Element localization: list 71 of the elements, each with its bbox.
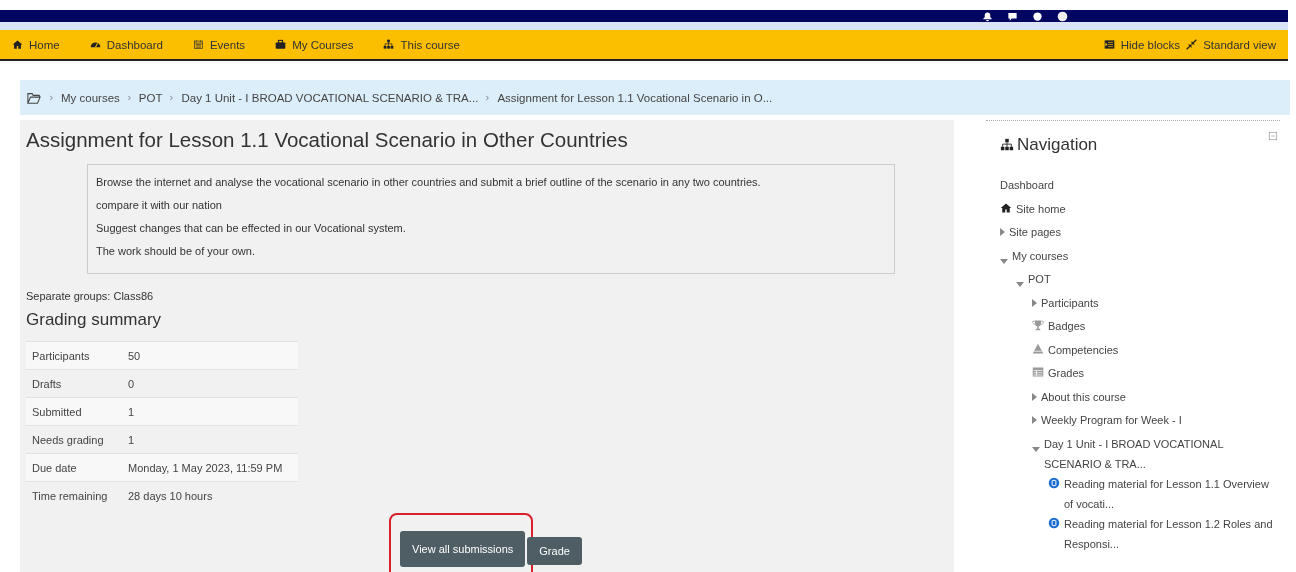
nav-link[interactable]: My Courses	[275, 38, 354, 51]
description-text: compare it with our nation	[96, 198, 223, 213]
nav-link[interactable]: Hide blocks	[1103, 38, 1181, 51]
tree-link[interactable]: Site pages	[1009, 222, 1061, 242]
tree-link[interactable]: Badges	[1048, 316, 1086, 336]
nav-link[interactable]: Dashboard	[89, 38, 163, 51]
nav-link[interactable]: Home	[12, 38, 60, 51]
tree-link[interactable]: About this course	[1041, 386, 1126, 407]
document-icon	[1048, 516, 1060, 529]
chevron-icon	[125, 93, 133, 102]
bell-icon	[982, 11, 993, 22]
sitemap-icon	[1000, 138, 1014, 152]
breadcrumb-link[interactable]: POT	[138, 91, 163, 104]
description-text: Suggest changes that can be effected in our Vocational system.	[96, 221, 407, 236]
gauge-icon	[89, 39, 101, 50]
nav-link[interactable]: Standard view	[1186, 38, 1276, 51]
page-title: Assignment for Lesson 1.1 Vocational Scenario in Other Countries	[26, 128, 629, 152]
tree-link[interactable]: Reading material for Lesson 1.1 Overview of vocati...	[1064, 473, 1280, 514]
tree-link[interactable]: Grades	[1048, 363, 1085, 383]
tree-link[interactable]: Day 1 Unit - I BROAD VOCATIONAL SCENARIO & TRA...	[1044, 433, 1280, 474]
compress-icon	[1186, 39, 1198, 50]
home-icon	[12, 39, 23, 50]
tree-link[interactable]: Reading material for Lesson 1.2 Roles and Responsi...	[1064, 513, 1280, 554]
breadcrumb-link[interactable]: Day 1 Unit - I BROAD VOCATIONAL SCENARIO & TRA...	[181, 91, 479, 104]
nav-link[interactable]: This course	[383, 38, 460, 51]
table-cell: Due date	[26, 453, 122, 482]
chevron-icon	[48, 93, 55, 102]
table-cell: Submitted	[26, 397, 122, 426]
sitemap-icon	[383, 39, 395, 50]
breadcrumb-current[interactable]: Assignment for Lesson 1.1 Vocational Scenario in O...	[497, 91, 773, 104]
breadcrumb-link[interactable]: My courses	[61, 91, 120, 104]
list-icon	[1103, 39, 1115, 50]
home-icon	[1000, 201, 1012, 214]
action-button[interactable]: Grade	[527, 537, 582, 565]
avatar-icon	[1057, 11, 1068, 22]
table-cell: 1	[122, 397, 298, 426]
table-cell: Monday, 1 May 2023, 11:59 PM	[122, 453, 298, 482]
table-cell: 50	[122, 341, 298, 370]
table-cell: Needs grading	[26, 425, 122, 454]
description-text: Browse the internet and analyse the vocational scenario in other countries and submit a brief outline of the scenario in any two countries.	[96, 175, 762, 190]
tree-link[interactable]: My courses	[1012, 245, 1069, 266]
briefcase-icon	[275, 39, 287, 50]
chat-icon	[1007, 11, 1018, 22]
tree-link[interactable]: Dashboard	[1000, 175, 1054, 195]
document-icon	[1048, 476, 1060, 489]
table-cell: Time remaining	[26, 481, 122, 509]
triangle-icon	[1032, 342, 1044, 355]
globe-icon	[1032, 11, 1043, 22]
table-cell: 1	[122, 425, 298, 454]
collapse-icon	[1268, 131, 1278, 141]
calendar-icon	[192, 39, 204, 50]
tree-link[interactable]: POT	[1028, 269, 1051, 289]
action-button[interactable]: View all submissions	[400, 531, 526, 567]
table-cell: Drafts	[26, 369, 122, 398]
tree-link[interactable]: Weekly Program for Week - I	[1041, 410, 1182, 430]
description-text: The work should be of your own.	[96, 244, 256, 259]
block-title: Navigation	[1017, 135, 1098, 155]
section-heading: Grading summary	[26, 310, 163, 330]
tree-link[interactable]: Site home	[1016, 198, 1066, 219]
tree-link[interactable]: Participants	[1041, 292, 1099, 313]
groups-label: Separate groups: Class86	[26, 290, 155, 302]
chevron-icon	[484, 93, 492, 102]
table-cell: 0	[122, 369, 298, 398]
tree-link[interactable]: Competencies	[1048, 339, 1119, 360]
table-cell: 28 days 10 hours	[122, 481, 298, 509]
chevron-icon	[168, 93, 176, 102]
folder-icon	[26, 90, 42, 105]
table-cell: Participants	[26, 341, 122, 370]
table-icon	[1032, 366, 1044, 378]
trophy-icon	[1032, 319, 1044, 331]
nav-link[interactable]: Events	[192, 38, 246, 51]
